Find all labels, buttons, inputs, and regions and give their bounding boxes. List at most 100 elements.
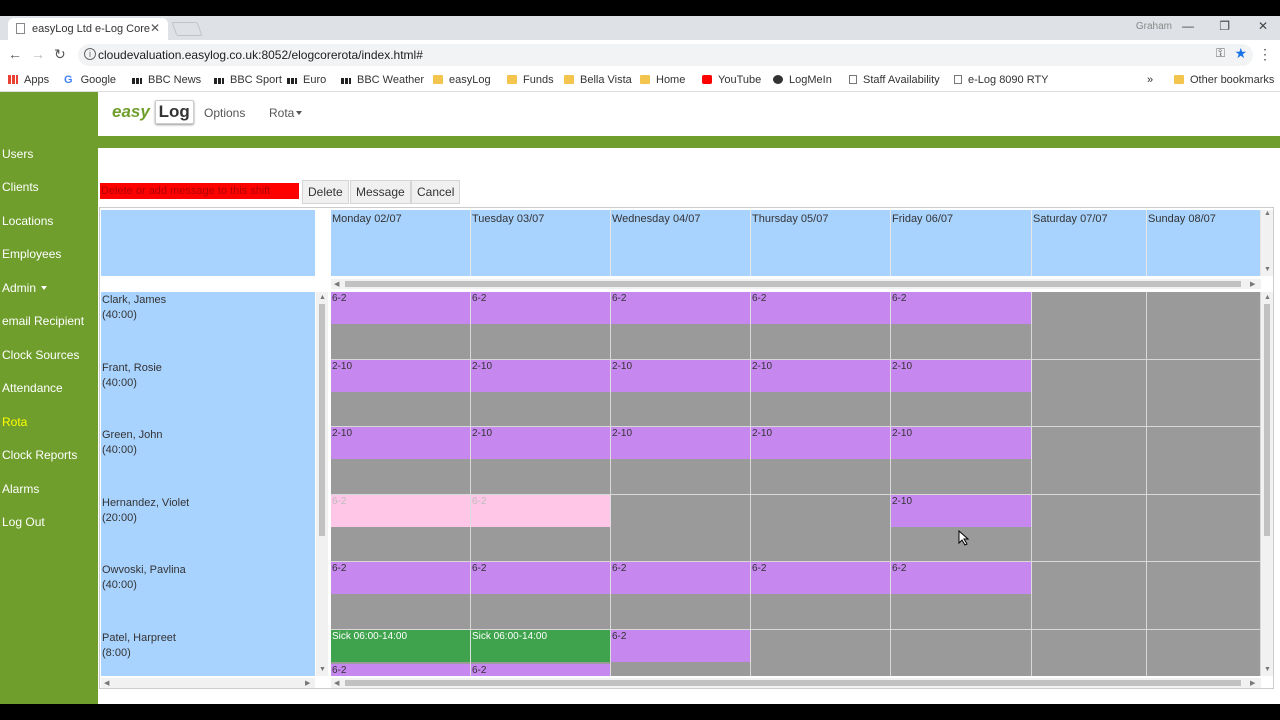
- scrollbar-thumb[interactable]: [1264, 304, 1270, 536]
- shift-cell[interactable]: [1032, 359, 1147, 427]
- bookmark-elog-8090[interactable]: e-Log 8090 RTY: [954, 74, 1049, 86]
- bookmark-easylog[interactable]: easyLog: [433, 74, 491, 86]
- shift-cell[interactable]: [1147, 292, 1261, 360]
- bookmark-apps[interactable]: Apps: [8, 74, 49, 86]
- cancel-button[interactable]: Cancel: [411, 180, 461, 204]
- shift-cell[interactable]: [751, 494, 891, 562]
- bookmark-home[interactable]: Home: [640, 74, 685, 86]
- scroll-left-arrow[interactable]: ◀: [334, 679, 339, 687]
- sidebar-item-log-out[interactable]: Log Out: [2, 515, 45, 529]
- delete-button[interactable]: Delete: [302, 180, 349, 204]
- forward-icon[interactable]: →: [31, 46, 45, 62]
- bookmark-funds[interactable]: Funds: [507, 74, 554, 86]
- message-button[interactable]: Message: [350, 180, 411, 204]
- shift-block[interactable]: 6-2: [611, 562, 751, 594]
- nav-options[interactable]: Options: [204, 106, 245, 120]
- sidebar-item-rota[interactable]: Rota: [2, 415, 27, 429]
- bookmark-bbc-news[interactable]: BBC News: [132, 74, 201, 86]
- scroll-up-arrow[interactable]: ▲: [1264, 210, 1271, 217]
- scrollbar-thumb[interactable]: [319, 304, 325, 536]
- shift-cell[interactable]: [1147, 629, 1261, 676]
- bookmark-bbc-sport[interactable]: BBC Sport: [214, 74, 282, 86]
- bookmark-bbc-weather[interactable]: BBC Weather: [341, 74, 424, 86]
- header-horizontal-scrollbar[interactable]: [331, 279, 1261, 289]
- shift-block[interactable]: 6-2: [891, 292, 1032, 324]
- names-vertical-scrollbar[interactable]: [316, 292, 328, 676]
- shift-cell[interactable]: [1147, 427, 1261, 495]
- scroll-left-arrow[interactable]: ◀: [104, 679, 109, 687]
- shift-block[interactable]: 6-2: [471, 494, 611, 527]
- shift-cell[interactable]: [891, 629, 1032, 676]
- shift-block[interactable]: 2-10: [471, 359, 611, 392]
- sidebar-item-locations[interactable]: Locations: [2, 214, 53, 228]
- sidebar-item-email-recipient[interactable]: email Recipient: [2, 314, 84, 328]
- names-horizontal-scrollbar[interactable]: [101, 678, 315, 688]
- employee-row-label[interactable]: Clark, James (40:00): [102, 293, 166, 323]
- other-bookmarks[interactable]: Other bookmarks: [1174, 74, 1274, 86]
- scrollbar-thumb[interactable]: [345, 281, 1241, 287]
- sidebar-item-admin[interactable]: Admin: [2, 281, 48, 295]
- sidebar-item-users[interactable]: Users: [2, 147, 33, 161]
- shift-block[interactable]: 6-2: [891, 562, 1032, 594]
- shift-block[interactable]: 6-2: [611, 629, 751, 662]
- shift-block[interactable]: 6-2: [611, 292, 751, 324]
- sidebar-item-attendance[interactable]: Attendance: [2, 381, 63, 395]
- shift-block[interactable]: 2-10: [331, 359, 471, 392]
- employee-row-label[interactable]: Owvoski, Pavlina (40:00): [102, 563, 186, 593]
- sidebar-item-alarms[interactable]: Alarms: [2, 482, 39, 496]
- shift-block[interactable]: 2-10: [891, 427, 1032, 459]
- url-bar[interactable]: i cloudevaluation.easylog.co.uk:8052/elo…: [78, 44, 1253, 66]
- info-icon[interactable]: i: [84, 48, 96, 60]
- bookmark-logmein[interactable]: LogMeIn: [773, 74, 832, 86]
- shift-block[interactable]: 2-10: [471, 427, 611, 459]
- shift-block[interactable]: 2-10: [611, 359, 751, 392]
- shift-cell[interactable]: [751, 629, 891, 676]
- shift-cell[interactable]: [1032, 629, 1147, 676]
- sidebar-item-employees[interactable]: Employees: [2, 247, 61, 261]
- bookmark-staff-availability[interactable]: Staff Availability: [849, 74, 940, 86]
- bookmarks-overflow[interactable]: »: [1147, 74, 1153, 86]
- employee-row-label[interactable]: Patel, Harpreet (8:00): [102, 631, 176, 661]
- bookmark-google[interactable]: G Google: [64, 74, 116, 86]
- sidebar-item-clock-sources[interactable]: Clock Sources: [2, 348, 79, 362]
- new-tab-button[interactable]: [171, 22, 203, 36]
- scroll-right-arrow[interactable]: ▶: [305, 679, 310, 687]
- scroll-down-arrow[interactable]: ▼: [1264, 266, 1271, 273]
- easylog-logo[interactable]: easy Log: [112, 100, 194, 128]
- shift-block[interactable]: 6-2: [331, 494, 471, 527]
- grid-vertical-scrollbar[interactable]: [1261, 292, 1273, 676]
- scroll-up-arrow[interactable]: ▲: [319, 294, 326, 301]
- shift-cell[interactable]: [1147, 359, 1261, 427]
- shift-block[interactable]: 2-10: [751, 427, 891, 459]
- sidebar-item-clock-reports[interactable]: Clock Reports: [2, 448, 77, 462]
- nav-rota[interactable]: Rota: [269, 106, 303, 120]
- shift-block[interactable]: Sick 06:00-14:00: [331, 629, 471, 662]
- shift-cell[interactable]: [1032, 292, 1147, 360]
- bookmark-bella-vista[interactable]: Bella Vista: [564, 74, 632, 86]
- browser-menu-icon[interactable]: ⋮: [1258, 46, 1272, 63]
- shift-block[interactable]: 2-10: [331, 427, 471, 459]
- profile-name[interactable]: Graham: [1136, 21, 1172, 32]
- back-icon[interactable]: ←: [8, 46, 22, 62]
- scroll-down-arrow[interactable]: ▼: [1264, 666, 1271, 673]
- shift-block[interactable]: Sick 06:00-14:00: [471, 629, 611, 662]
- shift-cell[interactable]: [1147, 562, 1261, 630]
- close-window-icon[interactable]: ✕: [1258, 19, 1268, 33]
- shift-block[interactable]: 2-10: [751, 359, 891, 392]
- scrollbar-thumb[interactable]: [345, 680, 1241, 686]
- shift-block[interactable]: 6-2: [471, 562, 611, 594]
- shift-block[interactable]: 6-2: [471, 663, 611, 676]
- grid-horizontal-scrollbar[interactable]: [331, 678, 1261, 688]
- browser-tab[interactable]: easyLog Ltd e-Log Core ✕: [8, 18, 168, 40]
- bookmark-star-icon[interactable]: ★: [1234, 45, 1247, 62]
- bookmark-euro[interactable]: Euro: [287, 74, 326, 86]
- key-icon[interactable]: ⚿: [1216, 46, 1225, 61]
- shift-block[interactable]: 6-2: [751, 292, 891, 324]
- shift-block[interactable]: 2-10: [611, 427, 751, 459]
- scroll-up-arrow[interactable]: ▲: [1264, 294, 1271, 301]
- close-tab-icon[interactable]: ✕: [150, 21, 160, 35]
- shift-block[interactable]: 6-2: [751, 562, 891, 594]
- shift-block[interactable]: 2-10: [891, 494, 1032, 527]
- shift-block[interactable]: 6-2: [331, 562, 471, 594]
- shift-cell[interactable]: [1032, 562, 1147, 630]
